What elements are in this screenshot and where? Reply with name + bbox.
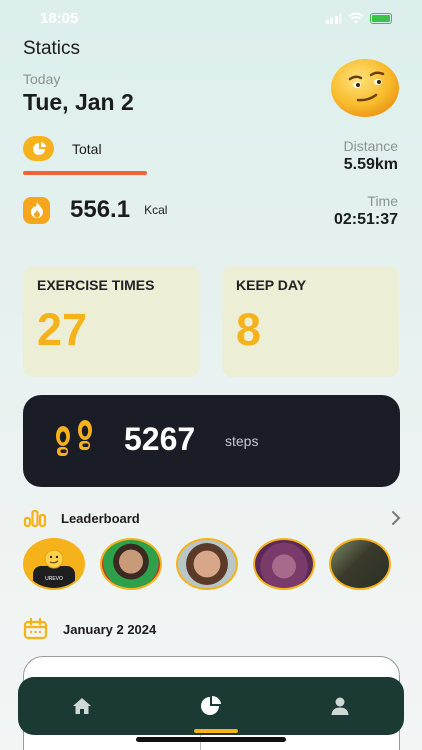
avatar[interactable]: UREVO bbox=[23, 538, 85, 590]
leaderboard-header[interactable]: Leaderboard bbox=[23, 508, 401, 528]
calendar-icon bbox=[23, 618, 48, 640]
page-title: Statics bbox=[23, 38, 81, 59]
avatar[interactable] bbox=[100, 538, 162, 590]
time-value: 02:51:37 bbox=[333, 211, 398, 228]
battery-icon bbox=[370, 12, 392, 24]
total-tab[interactable]: Total bbox=[23, 136, 102, 161]
distance-label: Distance bbox=[343, 138, 398, 154]
exercise-times-value: 27 bbox=[37, 304, 88, 355]
exercise-times-card[interactable]: EXERCISE TIMES 27 bbox=[23, 266, 200, 377]
total-icon bbox=[23, 136, 54, 161]
wifi-icon bbox=[348, 12, 364, 24]
avatar[interactable] bbox=[176, 538, 238, 590]
today-label: Today bbox=[23, 71, 61, 87]
steps-unit: steps bbox=[225, 433, 259, 449]
keep-day-label: KEEP DAY bbox=[236, 277, 307, 293]
kcal-value: 556.1 bbox=[70, 196, 131, 223]
bar-chart-icon bbox=[23, 509, 47, 528]
avatar[interactable] bbox=[253, 538, 315, 590]
status-bar: 18:05 bbox=[0, 0, 422, 36]
smirk-emoji-icon bbox=[331, 59, 399, 117]
bottom-tab-bar bbox=[18, 677, 404, 735]
tab-home[interactable] bbox=[18, 677, 146, 735]
keep-day-value: 8 bbox=[236, 304, 262, 355]
leaderboard-label: Leaderboard bbox=[61, 510, 140, 526]
home-indicator bbox=[136, 737, 286, 742]
steps-value: 5267 bbox=[124, 421, 196, 457]
status-time: 18:05 bbox=[40, 10, 79, 27]
active-tab-indicator bbox=[194, 729, 238, 733]
total-tab-underline bbox=[23, 171, 147, 175]
status-icons bbox=[325, 12, 392, 24]
steps-card[interactable]: 5267 steps bbox=[23, 395, 400, 487]
flame-icon bbox=[23, 196, 50, 224]
distance-value: 5.59km bbox=[343, 156, 398, 173]
kcal-unit: Kcal bbox=[144, 203, 168, 217]
chevron-right-icon[interactable] bbox=[391, 510, 401, 526]
keep-day-card[interactable]: KEEP DAY 8 bbox=[222, 266, 399, 377]
leaderboard-avatars: UREVO bbox=[23, 538, 393, 590]
signal-icon bbox=[325, 12, 342, 24]
statistics-pie-icon bbox=[201, 695, 221, 715]
time-label: Time bbox=[367, 193, 398, 209]
current-date: Tue, Jan 2 bbox=[23, 89, 134, 115]
svg-text:UREVO: UREVO bbox=[45, 576, 63, 582]
kcal-row: 556.1 Kcal bbox=[23, 196, 167, 224]
tab-profile[interactable] bbox=[276, 677, 404, 735]
profile-icon bbox=[331, 697, 349, 715]
exercise-times-label: EXERCISE TIMES bbox=[37, 277, 155, 293]
home-icon bbox=[73, 698, 91, 714]
calendar-row[interactable]: January 2 2024 bbox=[23, 618, 156, 640]
calendar-date-label: January 2 2024 bbox=[63, 621, 157, 637]
footprints-icon bbox=[56, 420, 92, 456]
avatar[interactable] bbox=[329, 538, 391, 590]
total-label: Total bbox=[72, 140, 102, 157]
tab-statistics[interactable] bbox=[147, 677, 275, 735]
